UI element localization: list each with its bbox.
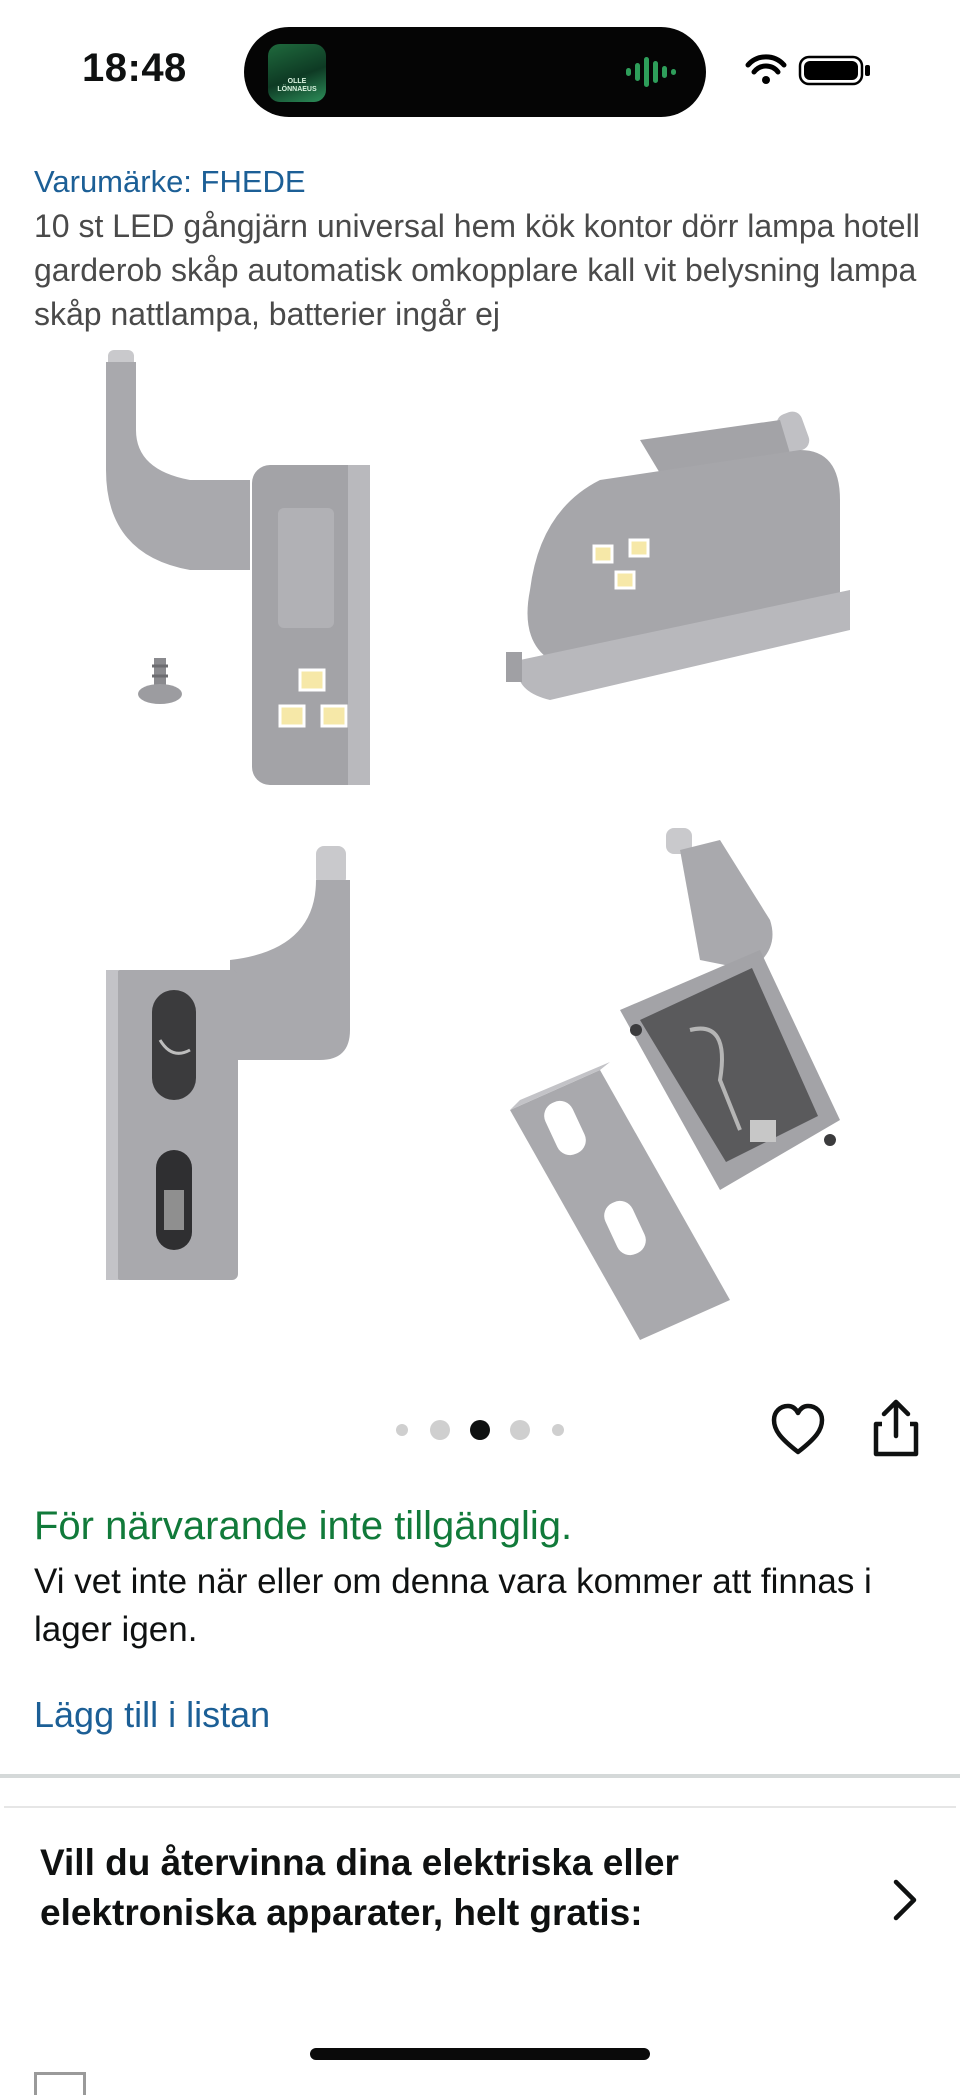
recycle-label: Vill du återvinna dina elektriska eller … (40, 1842, 679, 1933)
recycle-row[interactable]: Vill du återvinna dina elektriska eller … (0, 1808, 960, 1978)
add-to-list-link[interactable]: Lägg till i listan (34, 1694, 270, 1736)
carousel-dot[interactable] (510, 1420, 530, 1440)
status-bar: 18:48 OLLE LÖNNAEUS (0, 0, 960, 140)
partial-checkbox-icon (34, 2072, 86, 2095)
battery-icon (798, 55, 870, 86)
artwork-label: OLLE LÖNNAEUS (277, 78, 317, 93)
dynamic-island[interactable]: OLLE LÖNNAEUS (244, 27, 706, 117)
hinge-open-view (510, 828, 840, 1340)
availability-status: För närvarande inte tillgänglig. (34, 1504, 573, 1548)
wifi-icon (745, 54, 787, 84)
heart-icon[interactable] (770, 1402, 826, 1458)
availability-note: Vi vet inte när eller om denna vara komm… (34, 1562, 872, 1649)
carousel-indicator[interactable] (392, 1414, 572, 1442)
section-divider (0, 1774, 960, 1778)
audio-waveform-icon (626, 57, 676, 87)
product-title: 10 st LED gångjärn universal hem kök kon… (34, 208, 920, 332)
home-indicator[interactable] (310, 2048, 650, 2060)
chevron-right-icon (893, 1879, 917, 1921)
carousel-dot[interactable] (396, 1424, 408, 1436)
carousel-dot[interactable] (430, 1420, 450, 1440)
product-image[interactable] (80, 340, 880, 1340)
brand-link[interactable]: Varumärke: FHEDE (34, 164, 306, 200)
carousel-dot-active[interactable] (470, 1420, 490, 1440)
share-icon[interactable] (868, 1398, 924, 1458)
carousel-dot[interactable] (552, 1424, 564, 1436)
hinge-back-view (106, 846, 350, 1280)
hinge-front-view (106, 350, 370, 785)
now-playing-artwork[interactable]: OLLE LÖNNAEUS (268, 44, 326, 102)
status-indicators (745, 54, 870, 86)
hinge-angled-view (506, 411, 850, 700)
status-time: 18:48 (82, 46, 187, 90)
